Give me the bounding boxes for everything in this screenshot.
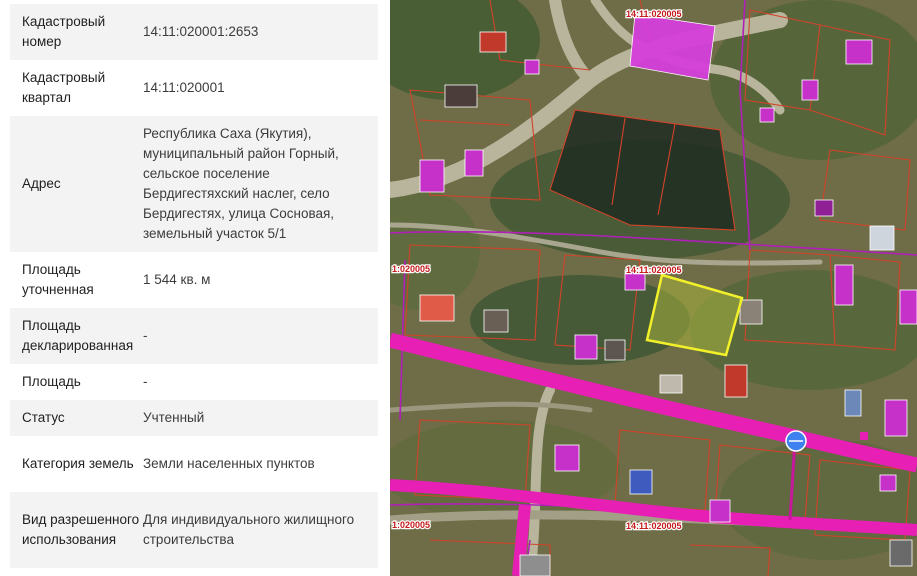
cadastral-label-left-bottom: 1:020005 [392, 520, 430, 530]
row-label: Вид разрешенного использования [22, 512, 140, 547]
row-value: - [143, 374, 148, 389]
row-value: 1 544 кв. м [143, 272, 211, 287]
location-marker-icon[interactable] [785, 430, 807, 452]
row-status: Статус Учтенный [10, 400, 378, 436]
row-label: Площадь [22, 374, 81, 389]
row-value: Республика Саха (Якутия), муниципальный … [143, 126, 339, 241]
row-cadastral-quarter: Кадастровый квартал 14:11:020001 [10, 60, 378, 116]
row-value: - [143, 328, 148, 343]
row-label: Площадь уточненная [22, 262, 94, 297]
cadastral-label-middle: 14:11:020005 [626, 265, 682, 275]
row-label: Кадастровый номер [22, 14, 106, 49]
cadastral-details-panel: Кадастровый номер 14:11:020001:2653 Када… [0, 0, 390, 576]
row-label: Статус [22, 410, 65, 425]
row-label: Адрес [22, 176, 61, 191]
cadastral-label-bottom: 14:11:020005 [626, 521, 682, 531]
row-area-specified: Площадь уточненная 1 544 кв. м [10, 252, 378, 308]
row-area-declared: Площадь декларированная - [10, 308, 378, 364]
satellite-map[interactable]: 14:11:020005 14:11:020005 1:020005 1:020… [390, 0, 917, 576]
row-area: Площадь - [10, 364, 378, 400]
row-label: Категория земель [22, 456, 134, 471]
row-address: Адрес Республика Саха (Якутия), муниципа… [10, 116, 378, 252]
cadastral-label-top: 14:11:020005 [626, 9, 682, 19]
map-canvas[interactable]: 14:11:020005 14:11:020005 1:020005 1:020… [390, 0, 917, 576]
row-label: Кадастровый квартал [22, 70, 106, 105]
cadastral-label-left-middle: 1:020005 [392, 264, 430, 274]
row-cadastral-number: Кадастровый номер 14:11:020001:2653 [10, 4, 378, 60]
row-land-category: Категория земель Земли населенных пункто… [10, 436, 378, 492]
row-permitted-use: Вид разрешенного использования Для индив… [10, 492, 378, 568]
row-value[interactable]: 14:11:020001 [143, 78, 378, 98]
row-value: Учтенный [143, 410, 205, 425]
row-label: Площадь декларированная [22, 318, 134, 353]
row-value[interactable]: 14:11:020001:2653 [143, 22, 378, 42]
row-value: Для индивидуального жилищного строительс… [143, 512, 355, 547]
row-value: Земли населенных пунктов [143, 456, 315, 471]
road-node-marker [860, 432, 868, 440]
